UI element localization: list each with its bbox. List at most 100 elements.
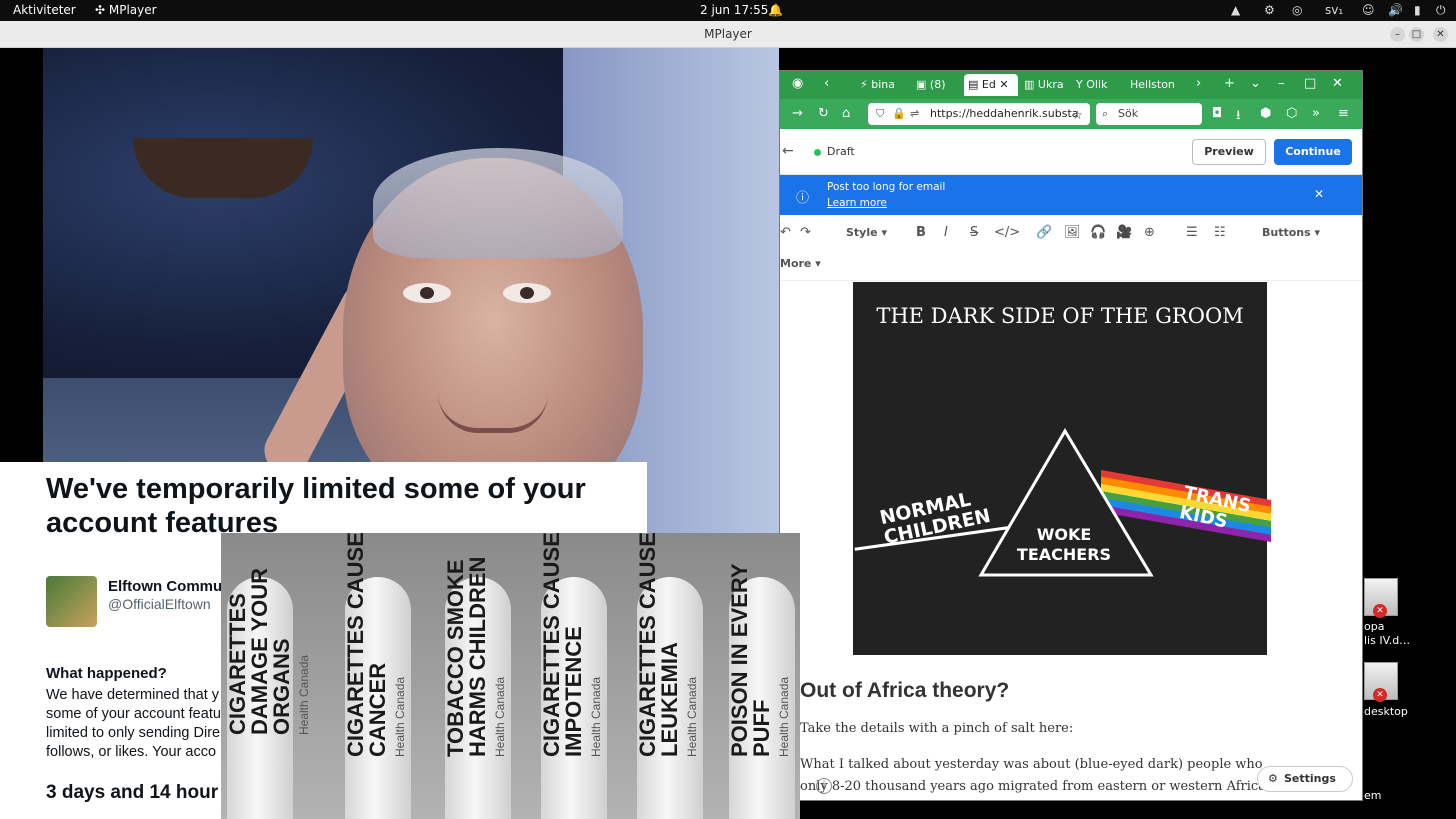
bookmark-star-icon[interactable]: ☆ [1072,108,1083,122]
pocket-icon[interactable]: ◘ [1212,106,1222,121]
tab-label: Ukra [1037,78,1064,91]
firefox-window: ◉ ‹ ⚡ bina ▣ (8) ▤ Ed ✕ ▥ Ukra Y Olik He… [779,70,1363,801]
error-badge-icon: ✕ [1373,688,1387,702]
preview-button[interactable]: Preview [1192,139,1266,165]
desktop-item-label[interactable]: em [1364,789,1381,802]
draft-status: Draft [827,145,855,158]
editor-header: ← Draft Preview Continue [780,129,1362,175]
desktop-file-label[interactable]: opa lis IV.d… [1364,620,1410,648]
url-text: https://heddahenrik.substa [930,107,1079,120]
permissions-icon[interactable]: ⇌ [910,103,919,125]
gear-icon[interactable]: ⚙ [1264,3,1275,17]
tab-scroll-left-icon[interactable]: ‹ [824,76,829,91]
clock[interactable]: 2 jun 17:55 [700,3,768,17]
code-icon[interactable]: </> [994,225,1020,240]
tab-label: bina [871,78,895,91]
activities-button[interactable]: Aktiviteter [13,3,76,17]
continue-button[interactable]: Continue [1274,139,1352,165]
tab-close-icon[interactable]: ✕ [999,78,1008,91]
url-bar[interactable]: ⛉ 🔒 ⇌ https://heddahenrik.substa [868,103,1090,125]
window-maximize-icon[interactable]: □ [1304,76,1316,91]
app-menu-label: MPlayer [108,3,157,17]
keyboard-layout[interactable]: sv₁ [1325,3,1343,17]
volume-icon[interactable]: 🔊 [1388,3,1403,17]
shield-icon[interactable]: ⛉ [876,103,884,125]
power-ring-icon[interactable]: ◎ [1292,3,1302,17]
firefox-view-icon[interactable]: ◉ [792,76,803,91]
window-close-icon[interactable]: ✕ [1332,76,1343,91]
lock-icon[interactable]: 🔒 [892,103,906,125]
navigation-bar: → ↻ ⌂ ⛉ 🔒 ⇌ https://heddahenrik.substa ☆… [780,99,1362,129]
learn-more-link[interactable]: Learn more [827,197,887,209]
new-tab-icon[interactable]: + [1224,76,1235,91]
info-banner: ⓘ Post too long for email Learn more ✕ [780,175,1362,215]
tab-list-icon[interactable]: ⌄ [1250,76,1261,91]
audio-icon[interactable]: 🎧 [1090,225,1106,240]
strikethrough-icon[interactable]: S [970,225,978,240]
adblock-icon[interactable]: ⬢ [1260,106,1271,121]
what-happened-heading: What happened? [46,665,167,682]
menu-icon[interactable]: ≡ [1338,106,1349,121]
link-icon[interactable]: 🔗 [1036,225,1052,240]
warning-source: Health Canada [777,676,791,757]
close-banner-icon[interactable]: ✕ [1314,187,1324,201]
buttons-dropdown[interactable]: Buttons ▾ [1262,226,1320,239]
accessibility-icon[interactable]: ☺ [1362,3,1375,17]
undo-icon[interactable]: ↶ [780,225,791,240]
warning-source: Health Canada [685,676,699,757]
embedded-poster-image[interactable]: THE DARK SIDE OF THE GROOM NORMAL CHILDR… [853,282,1271,655]
hair [373,148,623,258]
post-editor[interactable]: THE DARK SIDE OF THE GROOM NORMAL CHILDR… [780,281,1362,800]
reload-icon[interactable]: ↻ [818,106,829,121]
redo-icon[interactable]: ↷ [800,225,811,240]
tab-icon: ▥ [1024,78,1035,91]
window-minimize-icon[interactable]: – [1278,76,1285,91]
extensions-icon[interactable]: ⬡ [1286,106,1297,121]
cigarette: CIGARETTES DAMAGE YOUR ORGANS Health Cana… [225,568,311,819]
bell-icon[interactable]: 🔔 [768,3,783,17]
back-arrow-icon[interactable]: ← [782,143,794,159]
app-menu[interactable]: ✣ MPlayer [95,3,157,17]
tab-editor-active[interactable]: ▤ Ed ✕ [964,74,1018,96]
cigarette: CIGARETTES CAUSE LEUKEMIA Health Canada [635,533,703,819]
embed-icon[interactable]: ⊕ [1144,225,1155,240]
bold-icon[interactable]: B [916,225,926,240]
minimize-button[interactable]: – [1390,27,1405,42]
desktop-folder-label[interactable]: desktop [1364,705,1408,718]
avatar [46,576,97,627]
tab-hellston[interactable]: Hellston [1130,74,1182,96]
home-icon[interactable]: ⌂ [842,106,850,121]
cigarette: TOBACCO SMOKE HARMS CHILDREN Health Canad… [443,557,511,819]
download-icon[interactable]: ⭳ [1236,106,1241,128]
image-icon[interactable]: 🖼 [1064,225,1081,240]
back-icon[interactable]: → [792,106,803,121]
maximize-button[interactable]: □ [1409,27,1424,42]
bullet-list-icon[interactable]: ☰ [1186,225,1198,240]
tab-ukra[interactable]: ▥ Ukra [1024,74,1070,96]
window-title: MPlayer [704,27,752,41]
tab-olik[interactable]: Y Olik [1076,74,1120,96]
search-bar[interactable]: ⌕ Sök [1096,103,1202,125]
network-icon[interactable]: ▲ [1231,3,1240,17]
notice-title: We've temporarily limited some of your a… [46,473,586,539]
tab-scroll-right-icon[interactable]: › [1196,76,1201,91]
video-icon[interactable]: 🎥 [1116,225,1132,240]
battery-icon[interactable]: ▮ [1414,3,1421,17]
close-button[interactable]: ✕ [1433,27,1448,42]
more-dropdown[interactable]: More ▾ [780,257,821,270]
warning-text: POISON IN EVERY PUFF [727,563,774,757]
settings-button[interactable]: ⚙ Settings [1257,766,1353,792]
notice-line: some of your account featu [46,706,221,722]
power-menu-icon[interactable]: ⏻ [1436,3,1446,18]
cigarette: CIGARETTES CAUSE CANCER Health Canada [343,533,411,819]
italic-icon[interactable]: I [944,225,948,240]
notice-line: limited to only sending Dire [46,725,221,741]
style-dropdown[interactable]: Style ▾ [846,226,887,239]
tab-8[interactable]: ▣ (8) [916,74,958,96]
info-circle-icon[interactable]: i [816,778,832,794]
tab-bina[interactable]: ⚡ bina [860,74,910,96]
numbered-list-icon[interactable]: ☷ [1214,225,1226,240]
warning-source: Health Canada [297,654,311,735]
overflow-icon[interactable]: » [1312,106,1320,121]
buttons-label: Buttons [1262,226,1311,239]
